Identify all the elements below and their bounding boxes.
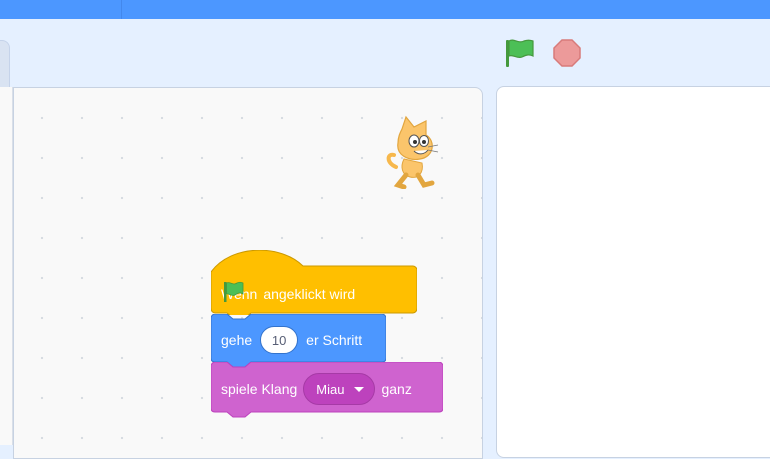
sprite-cat-icon: [386, 115, 439, 189]
hat-block-suffix: angeklickt wird: [263, 286, 356, 302]
menu-bar: [0, 0, 770, 19]
play-sound-block[interactable]: spiele Klang Miau ganz: [211, 362, 443, 422]
stage-header: [0, 19, 770, 87]
code-tab[interactable]: [0, 40, 10, 87]
sound-dropdown[interactable]: Miau: [303, 373, 376, 405]
steps-input[interactable]: 10: [260, 326, 299, 354]
sound-block-suffix: ganz: [381, 381, 412, 397]
stop-sign-icon: [553, 39, 581, 67]
stage-canvas[interactable]: [496, 86, 770, 458]
block-palette: [0, 87, 13, 445]
chevron-down-icon: [354, 386, 365, 392]
green-flag-icon: [506, 39, 534, 67]
green-flag-button[interactable]: [503, 37, 535, 69]
motion-block-suffix: er Schritt: [306, 332, 363, 348]
sound-dropdown-value: Miau: [316, 381, 345, 397]
when-flag-clicked-block[interactable]: Wenn angeklickt wird: [211, 250, 417, 315]
green-flag-icon: [224, 281, 244, 302]
stop-button[interactable]: [551, 37, 583, 69]
move-steps-block[interactable]: gehe 10 er Schritt: [211, 314, 386, 368]
sound-block-prefix: spiele Klang: [221, 381, 298, 397]
motion-block-prefix: gehe: [221, 332, 253, 348]
menu-separator: [121, 0, 122, 19]
